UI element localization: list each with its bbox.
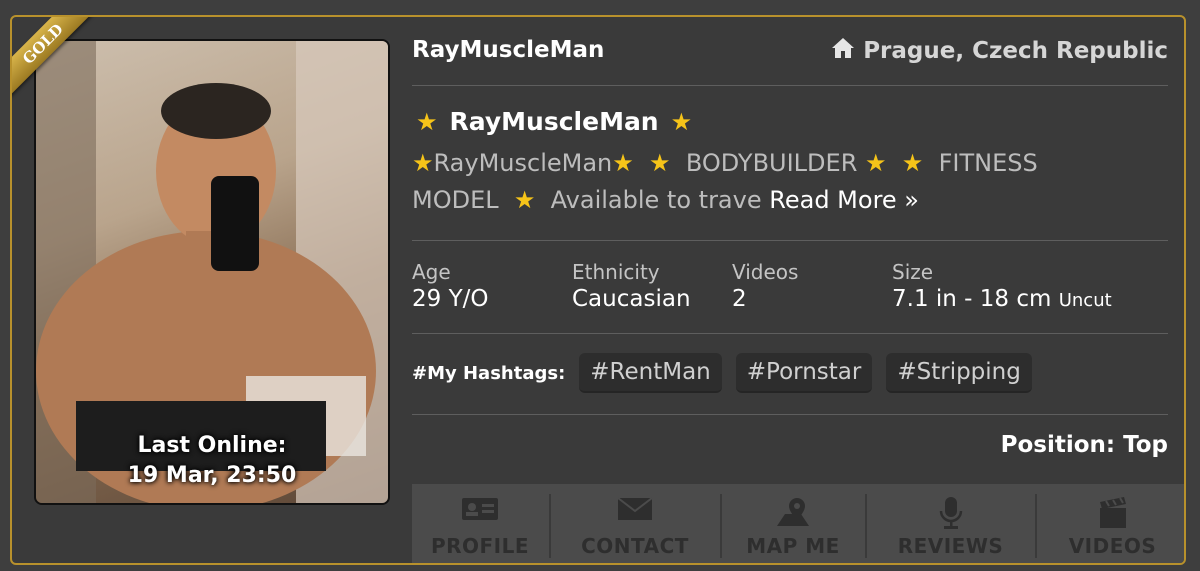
divider [412, 240, 1168, 241]
stat-label: Age [412, 260, 451, 284]
star-icon: ★ [865, 149, 887, 177]
profile-card[interactable]: Last Online: 19 Mar, 23:50 GOLD RayMuscl… [10, 15, 1186, 565]
nav-label: PROFILE [430, 534, 530, 558]
desc-part1: RayMuscleMan [433, 149, 613, 177]
divider [412, 333, 1168, 334]
divider [412, 85, 1168, 86]
microphone-icon [939, 496, 963, 534]
stat-age: Age 29 Y/O [412, 260, 488, 312]
username-link[interactable]: RayMuscleMan [412, 37, 604, 63]
stat-ethnicity: Ethnicity Caucasian [572, 260, 691, 312]
desc-part2: BODYBUILDER [685, 149, 858, 177]
location: Prague, Czech Republic [831, 37, 1168, 65]
desc-part3: FITNESS [938, 149, 1038, 177]
star-icon: ★ [649, 149, 671, 177]
home-icon [831, 37, 855, 65]
size-value: 7.1 in - 18 cm [892, 286, 1052, 312]
nav-label: MAP ME [746, 534, 840, 558]
envelope-icon [617, 496, 653, 526]
hashtags: #My Hashtags: #RentMan #Pornstar #Stripp… [412, 351, 1168, 395]
hashtag-chip[interactable]: #Pornstar [735, 353, 873, 393]
stat-label: Videos [732, 260, 799, 284]
nav-profile[interactable]: PROFILE [412, 484, 548, 563]
stat-videos: Videos 2 [732, 260, 798, 312]
nav-label: VIDEOS [1068, 534, 1157, 558]
headline-text: RayMuscleMan [449, 107, 659, 136]
position: Position: Top [1000, 432, 1168, 458]
desc-part5: Available to trave [550, 186, 762, 214]
last-online: Last Online: 19 Mar, 23:50 [36, 431, 388, 491]
star-icon: ★ [901, 149, 924, 177]
star-icon: ★ [513, 186, 536, 214]
nav-label: REVIEWS [897, 534, 1004, 558]
star-icon: ★ [416, 107, 438, 136]
id-card-icon [461, 496, 499, 526]
stat-label: Ethnicity [572, 260, 660, 284]
nav-map-me[interactable]: MAP ME [722, 484, 864, 563]
headline: ★ RayMuscleMan ★ [416, 107, 692, 136]
hashtag-chip[interactable]: #Stripping [886, 353, 1032, 393]
stat-size: Size 7.1 in - 18 cm Uncut [892, 260, 1112, 312]
clapperboard-icon [1098, 496, 1128, 534]
desc-part4: MODEL [412, 186, 499, 214]
last-online-label: Last Online: [137, 433, 287, 458]
read-more-link[interactable]: Read More » [769, 186, 919, 214]
stat-label: Size [892, 260, 934, 284]
star-icon: ★ [412, 149, 434, 177]
stat-value: 7.1 in - 18 cm Uncut [892, 286, 1112, 312]
nav-label: CONTACT [581, 534, 689, 558]
nav-contact[interactable]: CONTACT [551, 484, 719, 563]
nav-reviews[interactable]: REVIEWS [867, 484, 1034, 563]
stat-value: 2 [732, 286, 747, 312]
nav-videos[interactable]: VIDEOS [1037, 484, 1184, 563]
divider [412, 414, 1168, 415]
stat-value: Caucasian [572, 286, 691, 312]
gold-badge-label: GOLD [12, 17, 106, 107]
gold-badge: GOLD [12, 17, 122, 123]
star-icon: ★ [612, 149, 634, 177]
location-text: Prague, Czech Republic [863, 38, 1168, 64]
map-pin-icon [775, 496, 811, 532]
star-icon: ★ [670, 107, 693, 136]
description: ★RayMuscleMan★ ★ BODYBUILDER ★ ★ FITNESS… [412, 145, 1168, 219]
hashtags-label: #My Hashtags: [412, 362, 566, 384]
stat-value: 29 Y/O [412, 286, 489, 312]
bottom-nav: PROFILE CONTACT MAP ME REVIEWS VIDEOS [412, 484, 1184, 563]
size-extra: Uncut [1058, 290, 1112, 311]
last-online-value: 19 Mar, 23:50 [127, 463, 297, 488]
hashtag-chip[interactable]: #RentMan [579, 353, 722, 393]
